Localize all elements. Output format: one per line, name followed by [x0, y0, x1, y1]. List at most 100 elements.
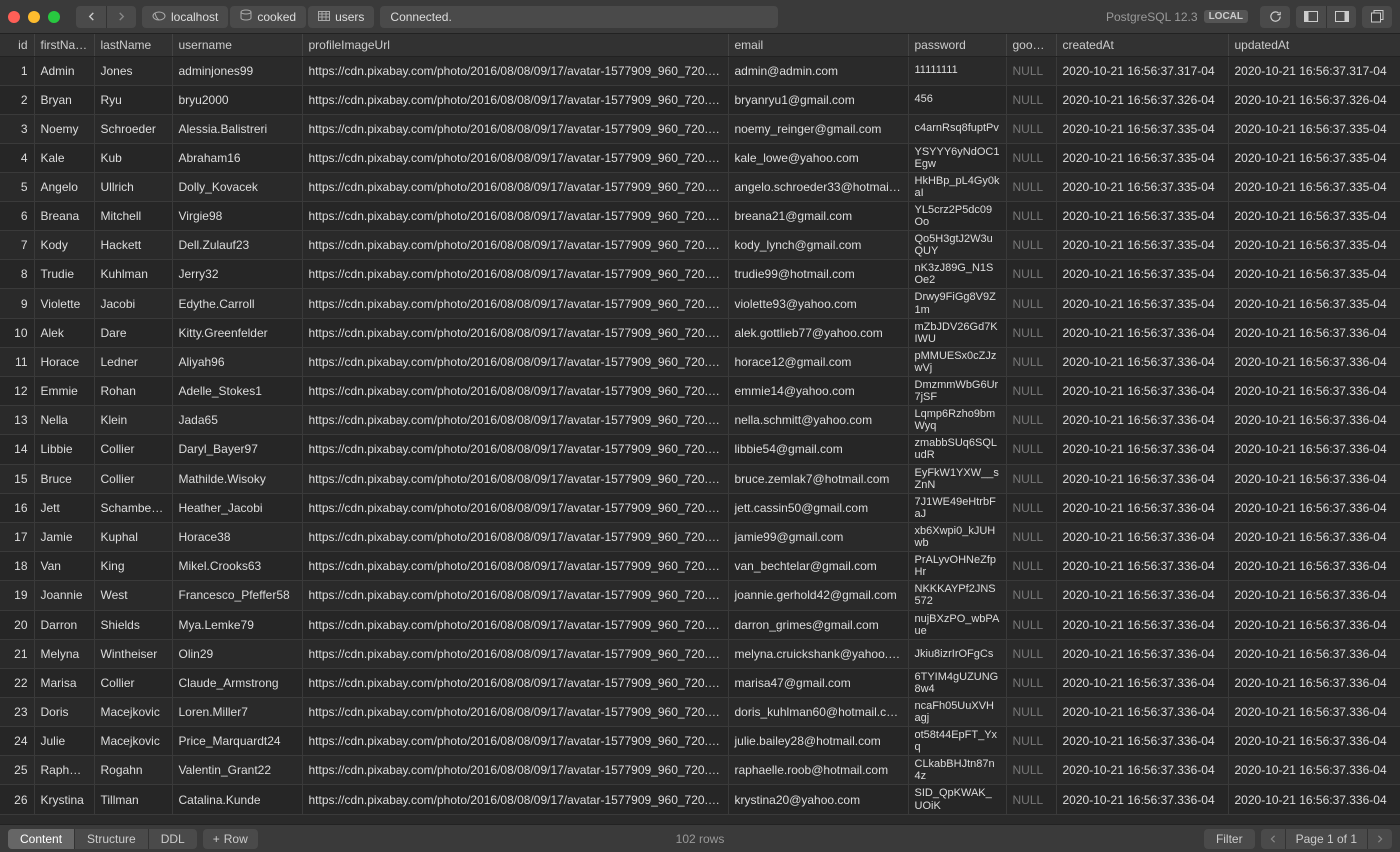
- cell-username[interactable]: Daryl_Bayer97: [172, 435, 302, 464]
- nav-back-button[interactable]: [76, 6, 106, 28]
- cell-createdAt[interactable]: 2020-10-21 16:56:37.336-04: [1056, 493, 1228, 522]
- cell-firstName[interactable]: Melyna: [34, 639, 94, 668]
- cell-createdAt[interactable]: 2020-10-21 16:56:37.336-04: [1056, 406, 1228, 435]
- breadcrumb-table[interactable]: users: [308, 6, 374, 28]
- cell-profileImageUrl[interactable]: https://cdn.pixabay.com/photo/2016/08/08…: [302, 289, 728, 318]
- filter-button[interactable]: Filter: [1204, 829, 1255, 849]
- cell-lastName[interactable]: Macejkovic: [94, 727, 172, 756]
- cell-email[interactable]: jett.cassin50@gmail.com: [728, 493, 908, 522]
- table-row[interactable]: 14LibbieCollierDaryl_Bayer97https://cdn.…: [0, 435, 1400, 464]
- cell-password[interactable]: Jkiu8izrIrOFgCs: [908, 639, 1006, 668]
- column-header-profileImageUrl[interactable]: profileImageUrl: [302, 34, 728, 56]
- cell-updatedAt[interactable]: 2020-10-21 16:56:37.336-04: [1228, 435, 1400, 464]
- cell-email[interactable]: libbie54@gmail.com: [728, 435, 908, 464]
- layout-left-panel-button[interactable]: [1296, 6, 1326, 28]
- cell-googleId[interactable]: NULL: [1006, 464, 1056, 493]
- cell-googleId[interactable]: NULL: [1006, 318, 1056, 347]
- cell-firstName[interactable]: Noemy: [34, 114, 94, 143]
- cell-profileImageUrl[interactable]: https://cdn.pixabay.com/photo/2016/08/08…: [302, 143, 728, 172]
- cell-createdAt[interactable]: 2020-10-21 16:56:37.336-04: [1056, 347, 1228, 376]
- cell-createdAt[interactable]: 2020-10-21 16:56:37.326-04: [1056, 85, 1228, 114]
- table-row[interactable]: 23DorisMacejkovicLoren.Miller7https://cd…: [0, 697, 1400, 726]
- cell-createdAt[interactable]: 2020-10-21 16:56:37.336-04: [1056, 552, 1228, 581]
- cell-googleId[interactable]: NULL: [1006, 260, 1056, 289]
- cell-profileImageUrl[interactable]: https://cdn.pixabay.com/photo/2016/08/08…: [302, 231, 728, 260]
- cell-updatedAt[interactable]: 2020-10-21 16:56:37.336-04: [1228, 522, 1400, 551]
- cell-firstName[interactable]: Admin: [34, 56, 94, 85]
- cell-lastName[interactable]: Rogahn: [94, 756, 172, 785]
- cell-password[interactable]: HkHBp_pL4Gy0kaI: [908, 172, 1006, 201]
- cell-googleId[interactable]: NULL: [1006, 172, 1056, 201]
- cell-email[interactable]: horace12@gmail.com: [728, 347, 908, 376]
- cell-createdAt[interactable]: 2020-10-21 16:56:37.335-04: [1056, 289, 1228, 318]
- cell-updatedAt[interactable]: 2020-10-21 16:56:37.326-04: [1228, 85, 1400, 114]
- cell-password[interactable]: 7J1WE49eHtrbFaJ: [908, 493, 1006, 522]
- cell-username[interactable]: Claude_Armstrong: [172, 668, 302, 697]
- cell-id[interactable]: 5: [0, 172, 34, 201]
- cell-profileImageUrl[interactable]: https://cdn.pixabay.com/photo/2016/08/08…: [302, 552, 728, 581]
- cell-createdAt[interactable]: 2020-10-21 16:56:37.336-04: [1056, 522, 1228, 551]
- cell-email[interactable]: kale_lowe@yahoo.com: [728, 143, 908, 172]
- cell-username[interactable]: Mikel.Crooks63: [172, 552, 302, 581]
- cell-email[interactable]: joannie.gerhold42@gmail.com: [728, 581, 908, 610]
- cell-lastName[interactable]: Mitchell: [94, 201, 172, 230]
- cell-firstName[interactable]: Bryan: [34, 85, 94, 114]
- column-header-firstName[interactable]: firstName: [34, 34, 94, 56]
- tab-content[interactable]: Content: [8, 829, 74, 849]
- cell-firstName[interactable]: Emmie: [34, 377, 94, 406]
- column-header-updatedAt[interactable]: updatedAt: [1228, 34, 1400, 56]
- table-row[interactable]: 17JamieKuphalHorace38https://cdn.pixabay…: [0, 522, 1400, 551]
- cell-password[interactable]: 11111111: [908, 56, 1006, 85]
- cell-lastName[interactable]: Kuphal: [94, 522, 172, 551]
- cell-email[interactable]: angelo.schroeder33@hotmail.com: [728, 172, 908, 201]
- cell-username[interactable]: Aliyah96: [172, 347, 302, 376]
- table-row[interactable]: 3NoemySchroederAlessia.Balistrerihttps:/…: [0, 114, 1400, 143]
- cell-firstName[interactable]: Breana: [34, 201, 94, 230]
- cell-profileImageUrl[interactable]: https://cdn.pixabay.com/photo/2016/08/08…: [302, 85, 728, 114]
- cell-id[interactable]: 7: [0, 231, 34, 260]
- cell-updatedAt[interactable]: 2020-10-21 16:56:37.336-04: [1228, 347, 1400, 376]
- cell-id[interactable]: 4: [0, 143, 34, 172]
- cell-username[interactable]: Mathilde.Wisoky: [172, 464, 302, 493]
- cell-lastName[interactable]: Shields: [94, 610, 172, 639]
- cell-updatedAt[interactable]: 2020-10-21 16:56:37.335-04: [1228, 260, 1400, 289]
- table-row[interactable]: 24JulieMacejkovicPrice_Marquardt24https:…: [0, 727, 1400, 756]
- table-row[interactable]: 9VioletteJacobiEdythe.Carrollhttps://cdn…: [0, 289, 1400, 318]
- cell-updatedAt[interactable]: 2020-10-21 16:56:37.336-04: [1228, 756, 1400, 785]
- cell-profileImageUrl[interactable]: https://cdn.pixabay.com/photo/2016/08/08…: [302, 464, 728, 493]
- cell-updatedAt[interactable]: 2020-10-21 16:56:37.335-04: [1228, 143, 1400, 172]
- cell-updatedAt[interactable]: 2020-10-21 16:56:37.335-04: [1228, 114, 1400, 143]
- cell-id[interactable]: 9: [0, 289, 34, 318]
- cell-firstName[interactable]: Violette: [34, 289, 94, 318]
- cell-googleId[interactable]: NULL: [1006, 143, 1056, 172]
- cell-id[interactable]: 24: [0, 727, 34, 756]
- cell-email[interactable]: kody_lynch@gmail.com: [728, 231, 908, 260]
- cell-username[interactable]: Dolly_Kovacek: [172, 172, 302, 201]
- cell-googleId[interactable]: NULL: [1006, 552, 1056, 581]
- cell-googleId[interactable]: NULL: [1006, 435, 1056, 464]
- table-row[interactable]: 10AlekDareKitty.Greenfelderhttps://cdn.p…: [0, 318, 1400, 347]
- cell-createdAt[interactable]: 2020-10-21 16:56:37.317-04: [1056, 56, 1228, 85]
- cell-id[interactable]: 2: [0, 85, 34, 114]
- cell-googleId[interactable]: NULL: [1006, 56, 1056, 85]
- cell-username[interactable]: bryu2000: [172, 85, 302, 114]
- cell-lastName[interactable]: Ledner: [94, 347, 172, 376]
- cell-password[interactable]: 6TYIM4gUZUNG8w4: [908, 668, 1006, 697]
- table-row[interactable]: 5AngeloUllrichDolly_Kovacekhttps://cdn.p…: [0, 172, 1400, 201]
- cell-updatedAt[interactable]: 2020-10-21 16:56:37.335-04: [1228, 289, 1400, 318]
- cell-updatedAt[interactable]: 2020-10-21 16:56:37.336-04: [1228, 697, 1400, 726]
- cell-updatedAt[interactable]: 2020-10-21 16:56:37.336-04: [1228, 377, 1400, 406]
- cell-firstName[interactable]: Julie: [34, 727, 94, 756]
- cell-googleId[interactable]: NULL: [1006, 493, 1056, 522]
- new-window-button[interactable]: [1362, 6, 1392, 28]
- cell-email[interactable]: julie.bailey28@hotmail.com: [728, 727, 908, 756]
- tab-ddl[interactable]: DDL: [148, 829, 197, 849]
- cell-profileImageUrl[interactable]: https://cdn.pixabay.com/photo/2016/08/08…: [302, 377, 728, 406]
- cell-updatedAt[interactable]: 2020-10-21 16:56:37.336-04: [1228, 785, 1400, 814]
- cell-email[interactable]: marisa47@gmail.com: [728, 668, 908, 697]
- cell-profileImageUrl[interactable]: https://cdn.pixabay.com/photo/2016/08/08…: [302, 114, 728, 143]
- cell-profileImageUrl[interactable]: https://cdn.pixabay.com/photo/2016/08/08…: [302, 697, 728, 726]
- cell-username[interactable]: Mya.Lemke79: [172, 610, 302, 639]
- table-row[interactable]: 20DarronShieldsMya.Lemke79https://cdn.pi…: [0, 610, 1400, 639]
- cell-password[interactable]: nujBXzPO_wbPAue: [908, 610, 1006, 639]
